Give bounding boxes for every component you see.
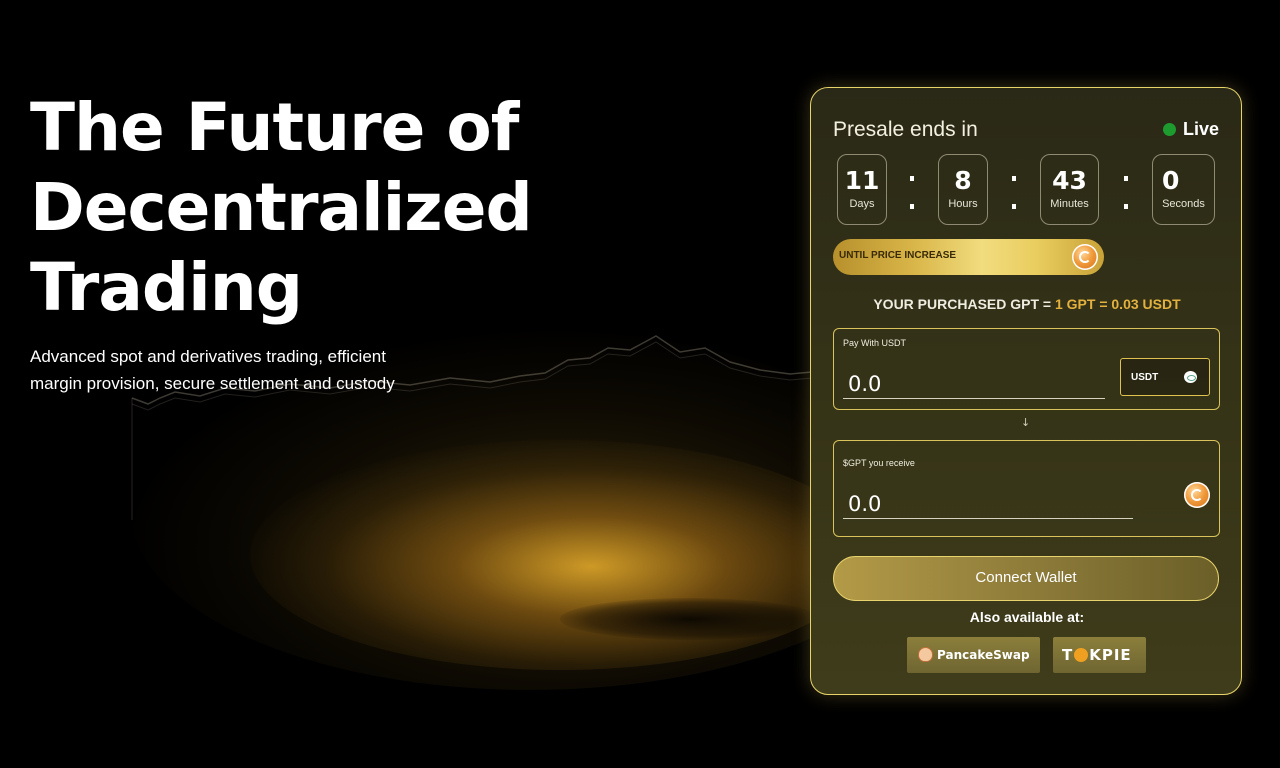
rate-value: 1 GPT = 0.03 USDT — [1054, 296, 1181, 312]
pancakeswap-bunny-icon — [918, 647, 933, 662]
tokpie-label-start: T — [1062, 646, 1074, 664]
pay-field: Pay With USDT 0.0 USDT — [833, 328, 1220, 410]
live-indicator: Live — [1162, 119, 1219, 140]
countdown-separator — [1012, 170, 1018, 210]
connect-wallet-button[interactable]: Connect Wallet — [833, 556, 1219, 601]
hero-title-line: Decentralized — [30, 169, 533, 246]
countdown-label: Days — [849, 198, 875, 210]
countdown-separator — [1124, 170, 1130, 210]
gpt-coin-icon — [1072, 244, 1098, 270]
tokpie-link[interactable]: T KPIE — [1053, 637, 1146, 673]
arrow-down-icon: ↓ — [1021, 416, 1031, 429]
countdown-value: 0 — [1162, 166, 1180, 195]
receive-field: $GPT you receive 0.0 — [833, 440, 1220, 537]
hero-subtitle-line: margin provision, secure settlement and … — [30, 374, 395, 393]
hero-subtitle: Advanced spot and derivatives trading, e… — [30, 343, 470, 397]
pancakeswap-label: PancakeSwap — [937, 648, 1030, 662]
presale-heading: Presale ends in — [833, 118, 978, 141]
live-dot-icon — [1162, 123, 1176, 136]
price-increase-label: UNTIL PRICE INCREASE — [839, 250, 957, 261]
receive-input[interactable]: 0.0 — [843, 486, 1133, 519]
countdown-label: Seconds — [1162, 198, 1205, 210]
presale-card: Presale ends in Live 11 Days 8 Hours 43 … — [810, 87, 1242, 695]
pay-input[interactable]: 0.0 — [843, 366, 1105, 399]
tokpie-label-end: KPIE — [1089, 646, 1132, 664]
currency-label: USDT — [1131, 372, 1159, 383]
purchased-label: YOUR PURCHASED GPT = — [873, 296, 1055, 312]
countdown-minutes: 43 Minutes — [1040, 154, 1099, 225]
live-label: Live — [1182, 119, 1219, 139]
hero-title-line: The Future of — [30, 89, 519, 166]
countdown-label: Hours — [948, 198, 978, 210]
countdown-value: 11 — [844, 166, 880, 195]
pancakeswap-link[interactable]: PancakeSwap — [907, 637, 1040, 673]
tokpie-coin-icon — [1074, 648, 1089, 662]
countdown-value: 8 — [954, 166, 972, 195]
pay-label: Pay With USDT — [843, 338, 907, 348]
countdown-value: 43 — [1052, 166, 1087, 195]
countdown-days: 11 Days — [837, 154, 887, 225]
currency-select-button[interactable]: USDT — [1120, 358, 1210, 396]
usdt-icon — [1184, 371, 1197, 383]
hero-title-line: Trading — [30, 249, 303, 326]
countdown-hours: 8 Hours — [938, 154, 988, 225]
countdown-separator — [910, 170, 916, 210]
hero-subtitle-line: Advanced spot and derivatives trading, e… — [30, 347, 386, 366]
receive-label: $GPT you receive — [843, 458, 915, 468]
gpt-coin-icon — [1184, 482, 1210, 508]
countdown-label: Minutes — [1050, 198, 1089, 210]
countdown-seconds: 0 Seconds — [1152, 154, 1215, 225]
hero-title: The Future of Decentralized Trading — [30, 88, 590, 328]
price-increase-bar: UNTIL PRICE INCREASE — [833, 239, 1104, 275]
also-available-label: Also available at: — [969, 609, 1085, 625]
purchased-rate: YOUR PURCHASED GPT = 1 GPT = 0.03 USDT — [811, 296, 1243, 312]
countdown: 11 Days 8 Hours 43 Minutes 0 Seconds — [837, 154, 1217, 226]
